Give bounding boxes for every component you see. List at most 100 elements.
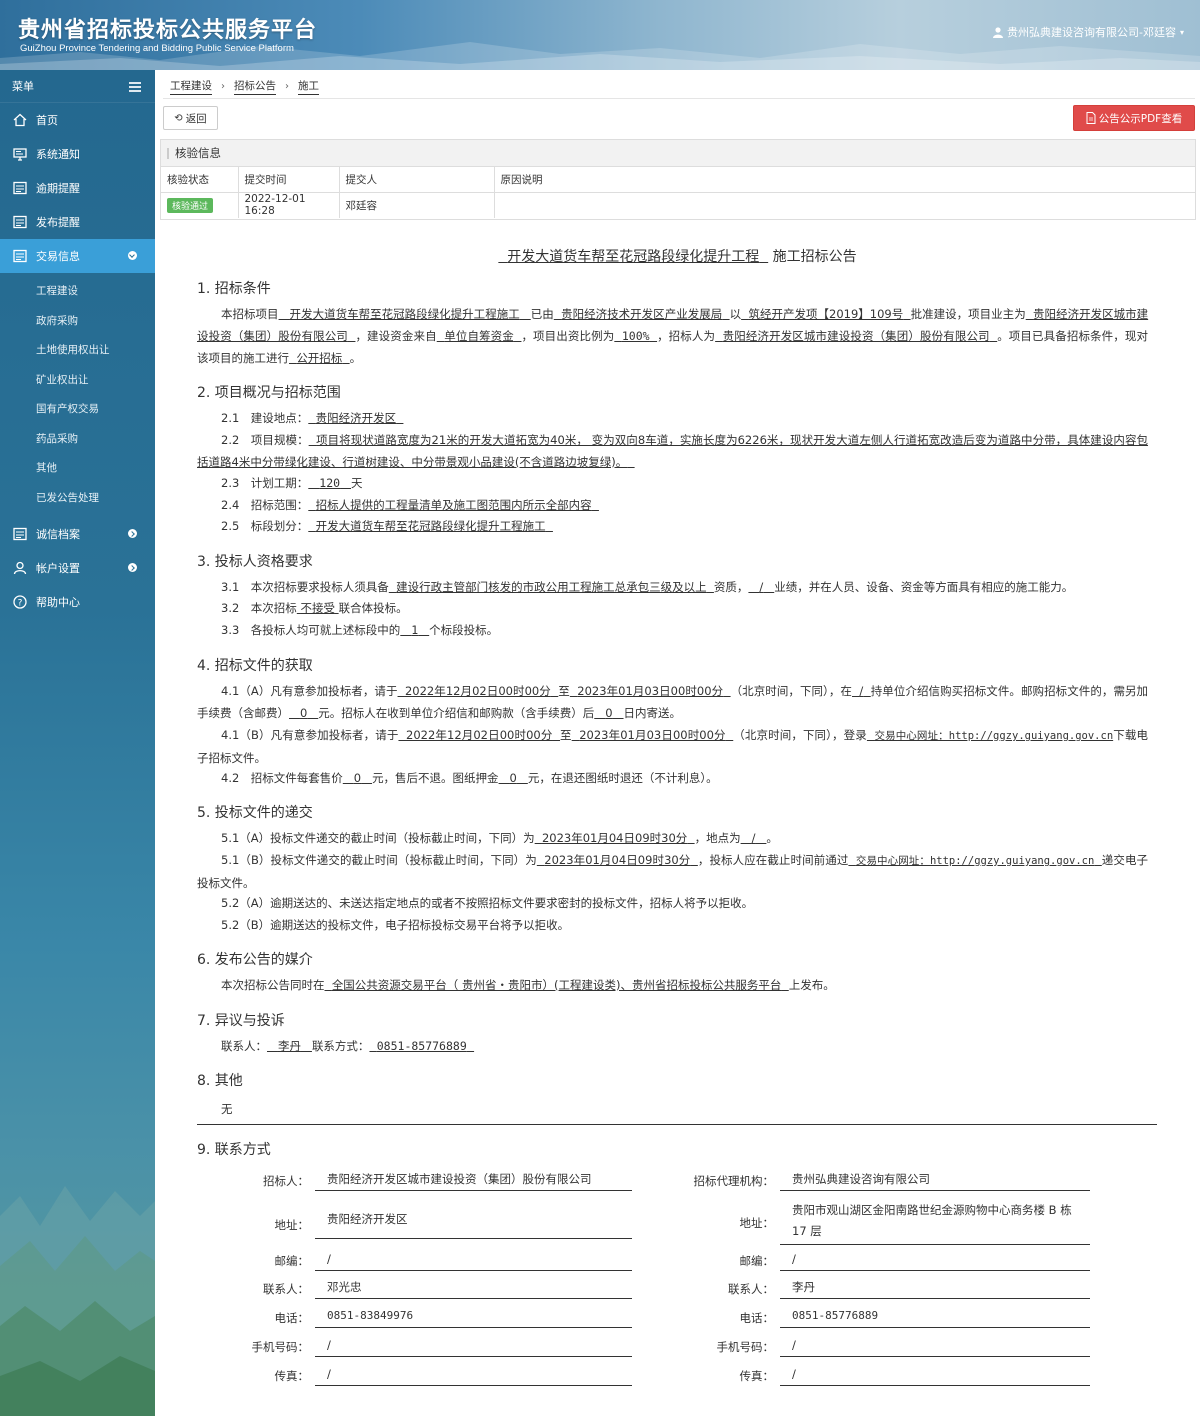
contact-value: 李丹 [780,1278,1090,1299]
user-icon [12,560,28,576]
submenu-item[interactable]: 药品采购 [0,425,155,455]
contact-value: / [315,1365,632,1386]
section-body: 3.2 本次招标 不接受 联合体投标。 [221,601,408,615]
section-body: 4.1（B）凡有意参加投标者，请于 2022年12月02日00时00分 至 20… [197,728,1148,765]
home-icon [12,112,28,128]
table-header: 提交时间 [238,167,340,193]
contact-row: 传真： / [620,1365,1090,1386]
section-heading: 5. 投标文件的递交 [197,805,313,821]
list-icon [12,180,28,196]
verify-table: 核验状态 提交时间 提交人 原因说明 核验通过 2022-12-01 16:28… [161,167,1195,218]
section-heading: 6. 发布公告的媒介 [197,952,313,968]
sidebar-item-label: 首页 [36,114,58,127]
menu-header: 菜单 [0,70,155,103]
chevron-right-icon: › [285,81,289,92]
submenu-item[interactable]: 国有产权交易 [0,395,155,425]
user-menu[interactable]: 贵州弘典建设咨询有限公司-邓廷容 ▾ [993,24,1184,40]
trade-submenu: 工程建设 政府采购 土地使用权出让 矿业权出让 国有产权交易 药品采购 其他 已… [0,273,155,517]
contact-row: 联系人： 邓光忠 [155,1278,632,1299]
verify-panel: 核验信息 核验状态 提交时间 提交人 原因说明 核验通过 2022-12-01 … [160,139,1196,220]
section-body: 2.1 建设地点： 贵阳经济开发区 [221,411,397,425]
sidebar-item-label: 交易信息 [36,250,80,263]
contact-label: 联系人： [728,1281,774,1296]
section-heading: 1. 招标条件 [197,281,271,297]
section-body: 2.2 项目规模： 项目将现状道路宽度为21米的开发大道拓宽为40米， 变为双向… [197,433,1149,469]
section-heading: 7. 异议与投诉 [197,1013,285,1029]
back-icon: ⟲ [174,112,183,124]
chevron-right-icon [128,529,137,538]
breadcrumb-item[interactable]: 工程建设 [170,78,212,95]
chevron-right-icon: › [221,81,225,92]
section-heading: 2. 项目概况与招标范围 [197,385,341,401]
section-body: 2.4 招标范围： 招标人提供的工程量清单及施工图范围内所示全部内容 [221,498,592,512]
breadcrumb-item[interactable]: 招标公告 [234,78,276,95]
sidebar-item-label: 系统通知 [36,148,80,161]
table-header: 提交人 [339,167,495,193]
section-body: 2.3 计划工期： 120 天 [221,476,363,490]
contact-value: 贵阳经济开发区城市建设投资（集团）股份有限公司 [315,1170,632,1191]
list-icon [12,526,28,542]
sidebar-item-notice[interactable]: 系统通知 [0,137,155,171]
submenu-item[interactable]: 政府采购 [0,307,155,337]
chevron-down-icon [128,251,137,260]
contact-label: 手机号码： [251,1339,310,1354]
menu-label: 菜单 [12,80,34,93]
contact-row: 手机号码： / [620,1336,1090,1357]
submenu-item[interactable]: 其他 [0,454,155,484]
section-body: 联系人： 李丹 联系方式： 0851-85776889 [221,1039,467,1053]
contact-value: 贵州弘典建设咨询有限公司 [780,1170,1090,1191]
sidebar-item-overdue[interactable]: 逾期提醒 [0,171,155,205]
breadcrumb: 工程建设 › 招标公告 › 施工 [170,78,319,95]
top-header: 贵州省招标投标公共服务平台 GuiZhou Province Tendering… [0,0,1200,70]
contact-row: 传真： / [155,1365,632,1386]
submenu-item[interactable]: 已发公告处理 [0,484,155,514]
document-title: 开发大道货车帮至花冠路段绿化提升工程 施工招标公告 [155,246,1200,266]
section-body: 3.1 本次招标要求投标人须具备 建设行政主管部门核发的市政公用工程施工总承包三… [221,580,1074,594]
submenu-item[interactable]: 矿业权出让 [0,366,155,396]
contact-value: 0851-85776889 [780,1307,1090,1328]
sidebar-item-label: 帮助中心 [36,596,80,609]
contact-label: 电话： [739,1310,775,1325]
user-name: 贵州弘典建设咨询有限公司-邓廷容 [1007,26,1176,39]
section-heading: 4. 招标文件的获取 [197,658,313,674]
divider [197,1124,1157,1125]
pdf-file-icon [1086,112,1096,124]
platform-subtitle: GuiZhou Province Tendering and Bidding P… [20,43,294,54]
section-body: 4.2 招标文件每套售价 0 元，售后不退。图纸押金 0 元，在退还图纸时退还（… [221,771,718,785]
sidebar-item-trade[interactable]: 交易信息 [0,239,155,273]
section-body: 2.5 标段划分： 开发大道货车帮至花冠路段绿化提升工程施工 [221,519,546,533]
submenu-item[interactable]: 工程建设 [0,277,155,307]
pdf-view-button[interactable]: 公告公示PDF查看 [1073,105,1195,131]
back-button[interactable]: ⟲ 返回 [163,106,218,130]
contact-row: 邮编： / [620,1250,1090,1271]
contact-value: / [780,1250,1090,1271]
divider [163,98,1195,99]
monitor-icon [12,146,28,162]
contact-label: 联系人： [263,1281,309,1296]
caret-down-icon: ▾ [1179,27,1184,37]
sidebar-item-help[interactable]: ? 帮助中心 [0,585,155,619]
breadcrumb-item[interactable]: 施工 [298,78,319,95]
sidebar-item-label: 诚信档案 [36,528,80,541]
section-body: 本招标项目 开发大道货车帮至花冠路段绿化提升工程施工 已由 贵阳经济技术开发区产… [197,307,1149,365]
sidebar-item-credit[interactable]: 诚信档案 [0,517,155,551]
submenu-item[interactable]: 土地使用权出让 [0,336,155,366]
section-body: 5.2（B）逾期送达的投标文件，电子招标投标交易平台将予以拒收。 [221,918,570,932]
contact-row: 电话： 0851-85776889 [620,1307,1090,1328]
contact-label: 招标代理机构： [693,1173,775,1188]
sidebar-item-account[interactable]: 帐户设置 [0,551,155,585]
contact-label: 邮编： [739,1253,775,1268]
hamburger-icon[interactable] [129,82,141,92]
sidebar-item-publish[interactable]: 发布提醒 [0,205,155,239]
contact-row: 邮编： / [155,1250,632,1271]
table-header: 原因说明 [494,167,1195,193]
contact-label: 招标人： [263,1173,309,1188]
main-content: 工程建设 › 招标公告 › 施工 ⟲ 返回 公告公示PDF查看 核验信息 核验状… [155,70,1200,1416]
contact-label: 电话： [274,1310,310,1325]
section-body: 本次招标公告同时在 全国公共资源交易平台（ 贵州省・贵阳市）(工程建设类)、贵州… [221,978,835,992]
sidebar-item-label: 发布提醒 [36,216,80,229]
sidebar-item-home[interactable]: 首页 [0,103,155,137]
section-body: 5.1（B）投标文件递交的截止时间（投标截止时间，下同）为 2023年01月04… [197,853,1149,890]
verify-panel-title: 核验信息 [161,140,1195,167]
contact-label: 地址： [274,1217,310,1232]
